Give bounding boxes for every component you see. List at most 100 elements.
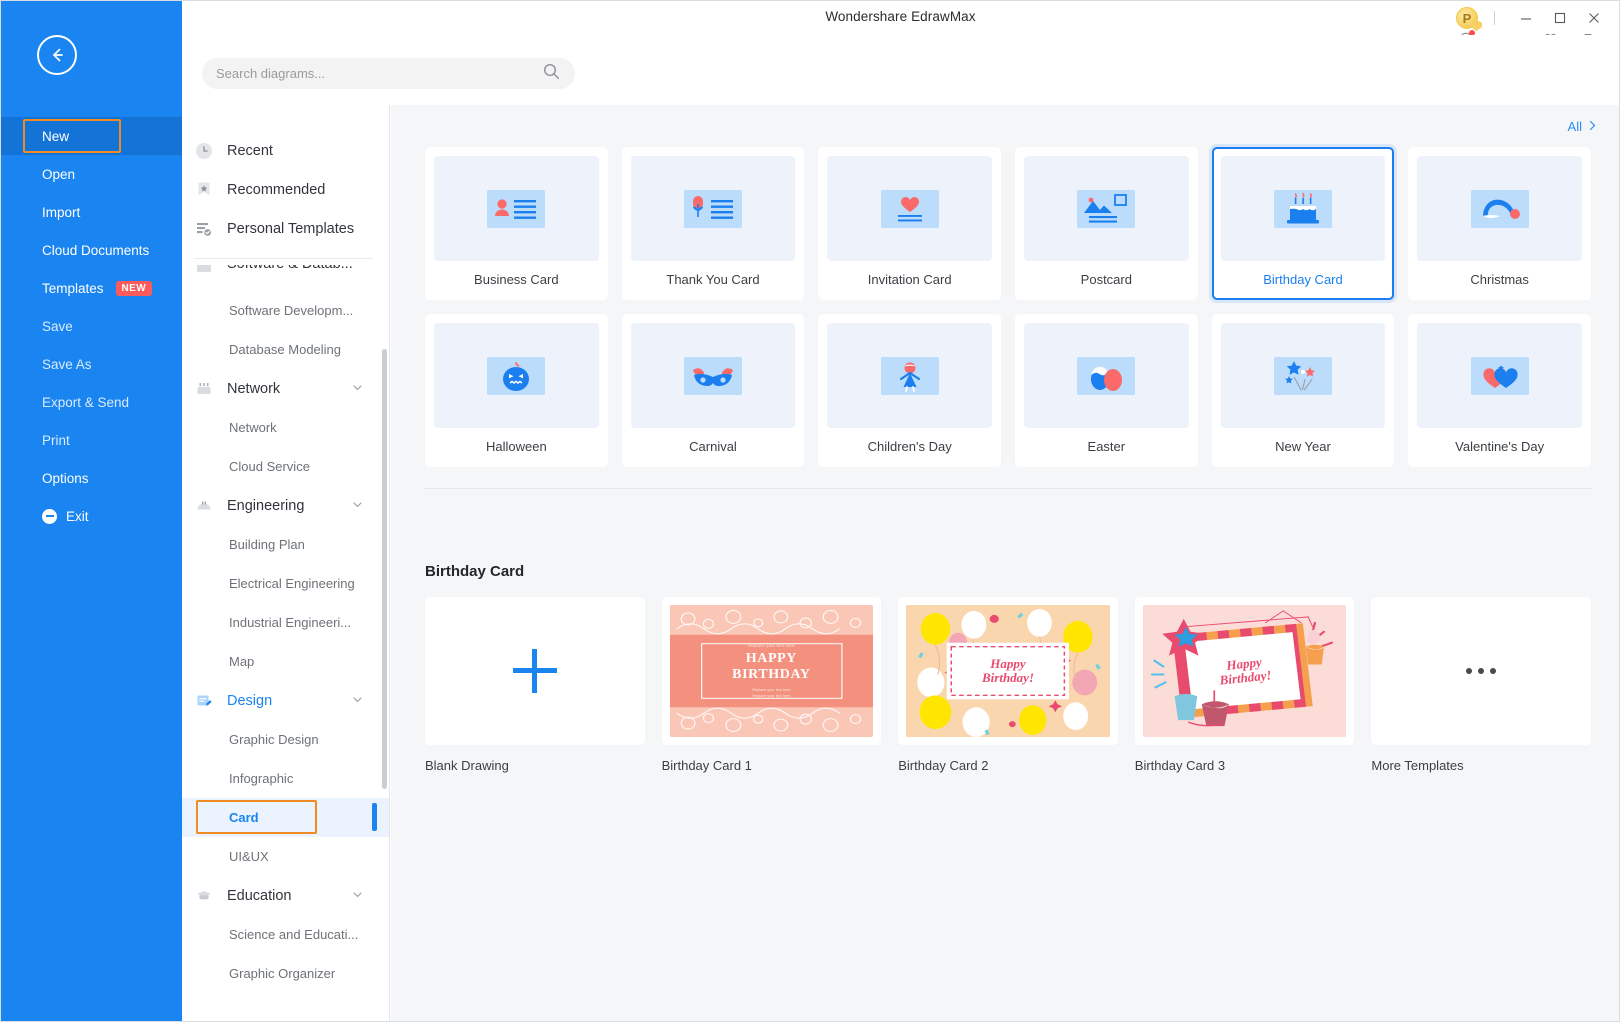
template-birthday-card-1[interactable]: Replace your text here HAPPY BIRTHDAY Re… (661, 597, 882, 773)
template-blank-drawing[interactable]: Blank Drawing (425, 597, 645, 773)
birthday-card-icon (1273, 189, 1332, 228)
template-birthday-card-3[interactable]: Happy Birthday! Birthday Card 3 (1134, 597, 1355, 773)
sidebar-item-cloud-documents[interactable]: Cloud Documents (1, 231, 182, 269)
back-arrow-icon[interactable] (37, 35, 77, 75)
tree-item-personal-templates[interactable]: Personal Templates (182, 209, 389, 248)
category-card-postcard[interactable]: Postcard (1015, 147, 1198, 300)
design-icon (194, 691, 214, 711)
tree-group-label: Education (227, 887, 292, 904)
sidebar-item-print[interactable]: Print (1, 421, 182, 459)
close-button[interactable] (1577, 5, 1611, 31)
invitation-card-icon (880, 189, 939, 228)
category-card-label: Halloween (485, 439, 547, 454)
category-card-childrens-day[interactable]: Children's Day (818, 314, 1001, 467)
category-card-halloween[interactable]: Halloween (425, 314, 608, 467)
template-preview: Happy Birthday! (898, 597, 1118, 745)
tree-scrollbar[interactable] (382, 349, 387, 789)
new-badge: NEW (115, 280, 153, 296)
search-input[interactable] (216, 66, 542, 81)
template-preview: Replace your text here HAPPY BIRTHDAY Re… (661, 597, 882, 745)
tree-child-building-plan[interactable]: Building Plan (182, 525, 389, 564)
new-selection-outline (23, 119, 121, 153)
sidebar-item-templates[interactable]: Templates NEW (1, 269, 182, 307)
sidebar-item-label: Templates (42, 280, 104, 296)
category-thumb (827, 156, 992, 261)
tree-child-ui-ux[interactable]: UI&UX (182, 837, 389, 876)
tree-item-recent[interactable]: Recent (182, 131, 389, 170)
main-content: All Business Card Thank You Card Invitat… (391, 105, 1619, 1021)
left-sidebar: New Open Import Cloud Documents Template… (1, 1, 182, 1021)
chevron-down-icon[interactable] (352, 887, 363, 905)
easter-icon (1077, 356, 1136, 395)
category-card-label: Postcard (1080, 272, 1132, 287)
template-birthday-card-2[interactable]: Happy Birthday! Birthday Card 2 (898, 597, 1118, 773)
tree-child-infographic[interactable]: Infographic (182, 759, 389, 798)
network-icon (194, 379, 214, 399)
tree-child-network[interactable]: Network (182, 408, 389, 447)
chevron-down-icon[interactable] (352, 380, 363, 398)
tree-child-graphic-organizer[interactable]: Graphic Organizer (182, 954, 389, 993)
sidebar-item-save[interactable]: Save (1, 307, 182, 345)
sidebar-item-new[interactable]: New (1, 117, 182, 155)
tree-child-science-education[interactable]: Science and Educati... (182, 915, 389, 954)
category-card-invitation-card[interactable]: Invitation Card (818, 147, 1001, 300)
template-label: Birthday Card 3 (1134, 758, 1226, 773)
sidebar-item-label: Export & Send (42, 394, 130, 410)
tree-child-map[interactable]: Map (182, 642, 389, 681)
thank-you-card-icon (683, 189, 742, 228)
category-card-carnival[interactable]: Carnival (621, 314, 805, 467)
tree-group-label: Network (227, 380, 281, 397)
category-card-easter[interactable]: Easter (1015, 314, 1198, 467)
tree-group-engineering[interactable]: Engineering (182, 486, 389, 525)
category-card-business-card[interactable]: Business Card (425, 147, 608, 300)
sidebar-menu: New Open Import Cloud Documents Template… (1, 117, 182, 535)
tree-child-graphic-design[interactable]: Graphic Design (182, 720, 389, 759)
tree-child-software-development[interactable]: Software Developm... (182, 291, 389, 330)
search-icon[interactable] (542, 62, 561, 86)
sidebar-item-import[interactable]: Import (1, 193, 182, 231)
chevron-down-icon[interactable] (352, 497, 363, 515)
tree-child-card[interactable]: Card (182, 798, 389, 837)
sidebar-item-open[interactable]: Open (1, 155, 182, 193)
sidebar-item-label: Save As (42, 356, 92, 372)
category-card-thank-you-card[interactable]: Thank You Card (621, 147, 805, 300)
pro-badge-letter: P (1462, 10, 1472, 26)
minimize-button[interactable] (1509, 5, 1543, 31)
category-card-new-year[interactable]: New Year (1211, 314, 1395, 467)
category-card-label: New Year (1275, 439, 1331, 454)
tree-group-design[interactable]: Design (182, 681, 389, 720)
engineering-icon (194, 496, 214, 516)
category-card-birthday-card[interactable]: Birthday Card (1211, 147, 1395, 300)
search-area (182, 35, 1619, 105)
tree-child-industrial-engineering[interactable]: Industrial Engineeri... (182, 603, 389, 642)
sidebar-item-label: Save (42, 318, 73, 334)
tree-scroll-region[interactable]: Software & Datab... Software Developm...… (182, 265, 389, 1021)
template-more-templates[interactable]: More Templates (1371, 597, 1591, 773)
sidebar-item-exit[interactable]: Exit (1, 497, 182, 535)
maximize-button[interactable] (1543, 5, 1577, 31)
pro-account-badge[interactable]: P (1456, 7, 1482, 31)
edrawmax-window: New Open Import Cloud Documents Template… (0, 0, 1620, 1022)
tree-group-education[interactable]: Education (182, 876, 389, 915)
tree-child-label: Infographic (229, 771, 294, 786)
birthday-card-2-line2: Birthday! (981, 670, 1034, 685)
software-icon (194, 265, 214, 277)
category-card-christmas[interactable]: Christmas (1408, 147, 1591, 300)
tree-item-recommended[interactable]: Recommended (182, 170, 389, 209)
sidebar-item-export-send[interactable]: Export & Send (1, 383, 182, 421)
sidebar-item-save-as[interactable]: Save As (1, 345, 182, 383)
tree-child-cloud-service[interactable]: Cloud Service (182, 447, 389, 486)
tree-group-network[interactable]: Network (182, 369, 389, 408)
tree-child-electrical-engineering[interactable]: Electrical Engineering (182, 564, 389, 603)
tree-group-software[interactable]: Software & Datab... (182, 265, 389, 291)
birthday-card-1-art: Replace your text here HAPPY BIRTHDAY Re… (669, 605, 874, 737)
category-thumb (1417, 156, 1582, 261)
category-thumb (827, 323, 992, 428)
all-categories-link[interactable]: All (1568, 119, 1597, 134)
sidebar-item-options[interactable]: Options (1, 459, 182, 497)
tree-child-label: UI&UX (229, 849, 269, 864)
search-bar[interactable] (202, 58, 575, 89)
chevron-down-icon[interactable] (352, 692, 363, 710)
category-card-valentines-day[interactable]: Valentine's Day (1408, 314, 1591, 467)
tree-child-database-modeling[interactable]: Database Modeling (182, 330, 389, 369)
